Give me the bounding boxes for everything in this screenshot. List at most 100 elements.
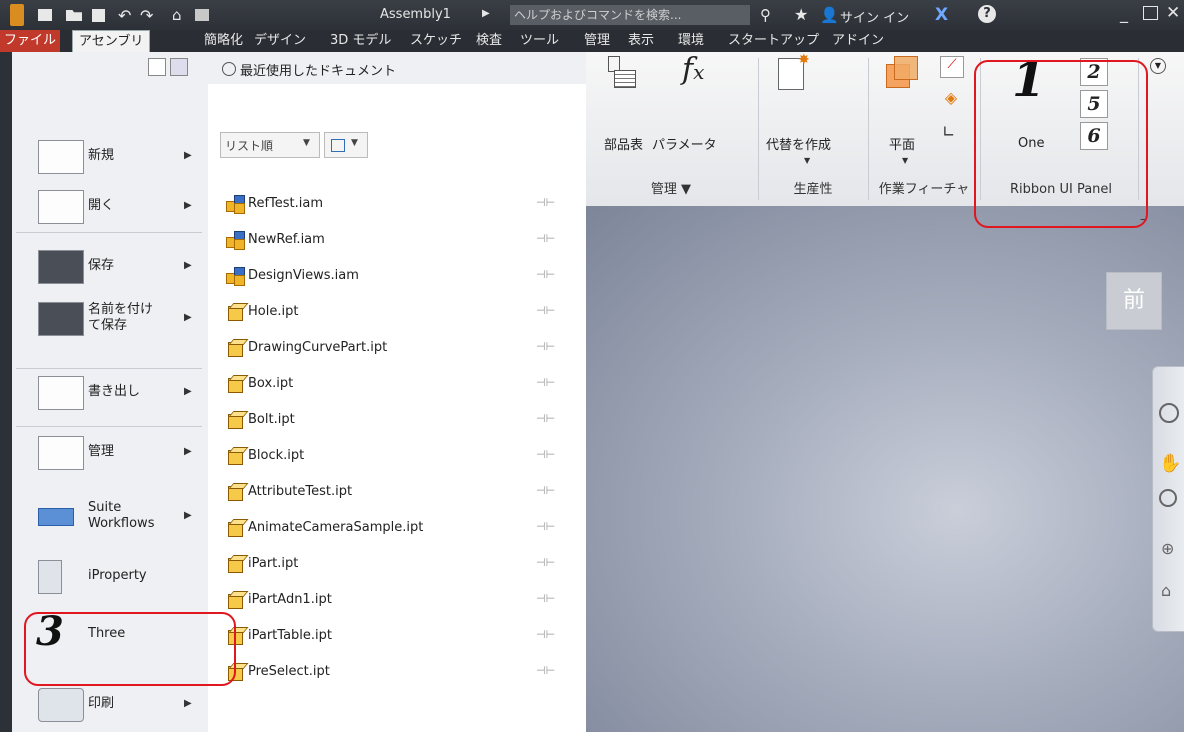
pin-icon[interactable]: ⊣⊢ bbox=[536, 376, 555, 389]
chevron-right-icon[interactable]: ▶ bbox=[482, 8, 490, 19]
menu-suite-workflows[interactable]: Suite Workflows ▶ bbox=[12, 496, 208, 540]
recent-file-item[interactable]: DrawingCurvePart.ipt ⊣⊢ bbox=[226, 336, 566, 360]
point-icon[interactable]: ◈ bbox=[940, 88, 962, 108]
pan-icon[interactable]: ✋ bbox=[1159, 453, 1181, 474]
menu-manage[interactable]: 管理 ▶ bbox=[12, 432, 208, 476]
recent-file-item[interactable]: Hole.ipt ⊣⊢ bbox=[226, 300, 566, 324]
small-number-6-button[interactable]: 6 bbox=[1080, 122, 1108, 150]
ribbon-options-icon[interactable]: ▼ bbox=[1150, 58, 1166, 74]
chevron-down-icon[interactable]: ▼ bbox=[804, 156, 810, 165]
project-icon[interactable] bbox=[195, 9, 209, 21]
big-number-one-button[interactable]: 1 bbox=[1012, 52, 1045, 108]
open-icon[interactable] bbox=[66, 10, 82, 21]
recent-file-item[interactable]: Block.ipt ⊣⊢ bbox=[226, 444, 566, 468]
tab-view[interactable]: 表示 bbox=[628, 30, 654, 52]
tab-sketch[interactable]: スケッチ bbox=[410, 30, 462, 52]
menu-three[interactable]: 3 Three bbox=[12, 608, 208, 658]
tab-addins[interactable]: アドイン bbox=[832, 30, 884, 52]
pin-icon[interactable]: ⊣⊢ bbox=[536, 628, 555, 641]
save-icon[interactable] bbox=[92, 9, 105, 22]
zoom-window-icon[interactable] bbox=[1159, 489, 1177, 507]
pin-icon[interactable]: ⊣⊢ bbox=[536, 268, 555, 281]
pin-icon[interactable]: ⊣⊢ bbox=[536, 664, 555, 677]
recent-file-item[interactable]: PreSelect.ipt ⊣⊢ bbox=[226, 660, 566, 684]
small-number-5-button[interactable]: 5 bbox=[1080, 90, 1108, 118]
bom-icon[interactable] bbox=[608, 56, 636, 88]
plane-icon[interactable] bbox=[886, 56, 918, 88]
recent-file-item[interactable]: AttributeTest.ipt ⊣⊢ bbox=[226, 480, 566, 504]
recent-file-item[interactable]: AnimateCameraSample.ipt ⊣⊢ bbox=[226, 516, 566, 540]
menu-new[interactable]: 新規 ▶ bbox=[12, 136, 208, 180]
pin-icon[interactable]: ⊣⊢ bbox=[536, 340, 555, 353]
pin-icon[interactable]: ⊣⊢ bbox=[536, 412, 555, 425]
menu-iproperty[interactable]: iProperty bbox=[12, 556, 208, 600]
tab-tools[interactable]: ツール bbox=[520, 30, 559, 52]
tab-inspect[interactable]: 検査 bbox=[476, 30, 502, 52]
parameters-button[interactable]: パラメータ bbox=[652, 134, 717, 153]
pin-icon[interactable]: ⊣⊢ bbox=[536, 304, 555, 317]
tab-assembly[interactable]: アセンブリ bbox=[72, 30, 151, 53]
view-options-dropdown[interactable]: ▼ bbox=[324, 132, 368, 158]
help-icon[interactable]: ? bbox=[978, 5, 996, 23]
tab-design[interactable]: デザイン bbox=[254, 30, 306, 52]
axis-icon[interactable]: ⟋ bbox=[940, 56, 964, 78]
zoom-icon[interactable] bbox=[1159, 403, 1179, 423]
exchange-icon[interactable]: X bbox=[935, 5, 948, 25]
tab-getstarted[interactable]: スタートアップ bbox=[728, 30, 819, 52]
new-icon[interactable] bbox=[38, 9, 52, 21]
small-number-2-button[interactable]: 2 bbox=[1080, 58, 1108, 86]
viewcube[interactable]: 前 bbox=[1106, 272, 1162, 330]
pin-icon[interactable]: ⊣⊢ bbox=[536, 484, 555, 497]
tab-simplify[interactable]: 簡略化 bbox=[204, 30, 243, 52]
help-search-input[interactable]: ヘルプおよびコマンドを検索... bbox=[510, 5, 750, 25]
recent-file-item[interactable]: iPartAdn1.ipt ⊣⊢ bbox=[226, 588, 566, 612]
undo-icon[interactable]: ↶ bbox=[118, 6, 131, 25]
app-logo-icon[interactable] bbox=[10, 4, 24, 26]
binoculars-icon[interactable]: ⚲ bbox=[760, 6, 771, 24]
tab-3d-model[interactable]: 3D モデル bbox=[330, 30, 391, 52]
pin-icon[interactable]: ⊣⊢ bbox=[536, 448, 555, 461]
recent-file-item[interactable]: NewRef.iam ⊣⊢ bbox=[226, 228, 566, 252]
home-icon[interactable]: ⌂ bbox=[172, 6, 182, 24]
recent-view-icon[interactable] bbox=[148, 58, 166, 76]
menu-save-as[interactable]: 名前を付け て保存 ▶ bbox=[12, 298, 208, 342]
maximize-icon[interactable] bbox=[1143, 6, 1158, 20]
pin-icon[interactable]: ⊣⊢ bbox=[536, 592, 555, 605]
menu-open[interactable]: 開く ▶ bbox=[12, 186, 208, 230]
sort-dropdown[interactable]: リスト順 ▼ bbox=[220, 132, 320, 158]
tab-environment[interactable]: 環境 bbox=[678, 30, 704, 52]
tab-manage[interactable]: 管理 bbox=[584, 30, 610, 52]
window-restore-icon[interactable]: – bbox=[1140, 212, 1147, 227]
close-icon[interactable]: ✕ bbox=[1166, 3, 1180, 23]
pin-icon[interactable]: ⊣⊢ bbox=[536, 196, 555, 209]
minimize-icon[interactable]: _ bbox=[1120, 4, 1128, 23]
ucs-icon[interactable]: ∟ bbox=[942, 122, 955, 141]
recent-file-item[interactable]: DesignViews.iam ⊣⊢ bbox=[226, 264, 566, 288]
menu-export[interactable]: 書き出し ▶ bbox=[12, 372, 208, 416]
recent-file-item[interactable]: iPartTable.ipt ⊣⊢ bbox=[226, 624, 566, 648]
recent-file-item[interactable]: Bolt.ipt ⊣⊢ bbox=[226, 408, 566, 432]
recent-file-item[interactable]: RefTest.iam ⊣⊢ bbox=[226, 192, 566, 216]
recent-file-item[interactable]: iPart.ipt ⊣⊢ bbox=[226, 552, 566, 576]
bom-button[interactable]: 部品表 bbox=[604, 134, 643, 153]
chevron-down-icon[interactable]: ▼ bbox=[902, 156, 908, 165]
star-icon[interactable]: ★ bbox=[794, 5, 808, 24]
pin-icon[interactable]: ⊣⊢ bbox=[536, 556, 555, 569]
menu-save[interactable]: 保存 ▶ bbox=[12, 246, 208, 290]
recent-file-item[interactable]: Box.ipt ⊣⊢ bbox=[226, 372, 566, 396]
graphics-viewport[interactable] bbox=[586, 206, 1184, 732]
orbit-icon[interactable]: ⊕ bbox=[1161, 539, 1174, 558]
parameters-icon[interactable]: fx bbox=[682, 52, 704, 87]
manage-panel-footer[interactable]: 管理 ▼ bbox=[586, 180, 756, 200]
tab-file[interactable]: ファイル bbox=[0, 30, 61, 52]
open-docs-view-icon[interactable] bbox=[170, 58, 188, 76]
user-icon[interactable]: 👤 bbox=[820, 6, 839, 24]
look-at-icon[interactable]: ⌂ bbox=[1161, 581, 1171, 600]
pin-icon[interactable]: ⊣⊢ bbox=[536, 520, 555, 533]
create-substitute-button[interactable]: 代替を作成 bbox=[766, 134, 831, 153]
pin-icon[interactable]: ⊣⊢ bbox=[536, 232, 555, 245]
menu-print[interactable]: 印刷 ▶ bbox=[12, 684, 208, 728]
redo-icon[interactable]: ↷ bbox=[140, 6, 153, 25]
plane-button[interactable]: 平面 bbox=[889, 134, 915, 153]
signin-link[interactable]: サイン イン bbox=[840, 7, 909, 26]
